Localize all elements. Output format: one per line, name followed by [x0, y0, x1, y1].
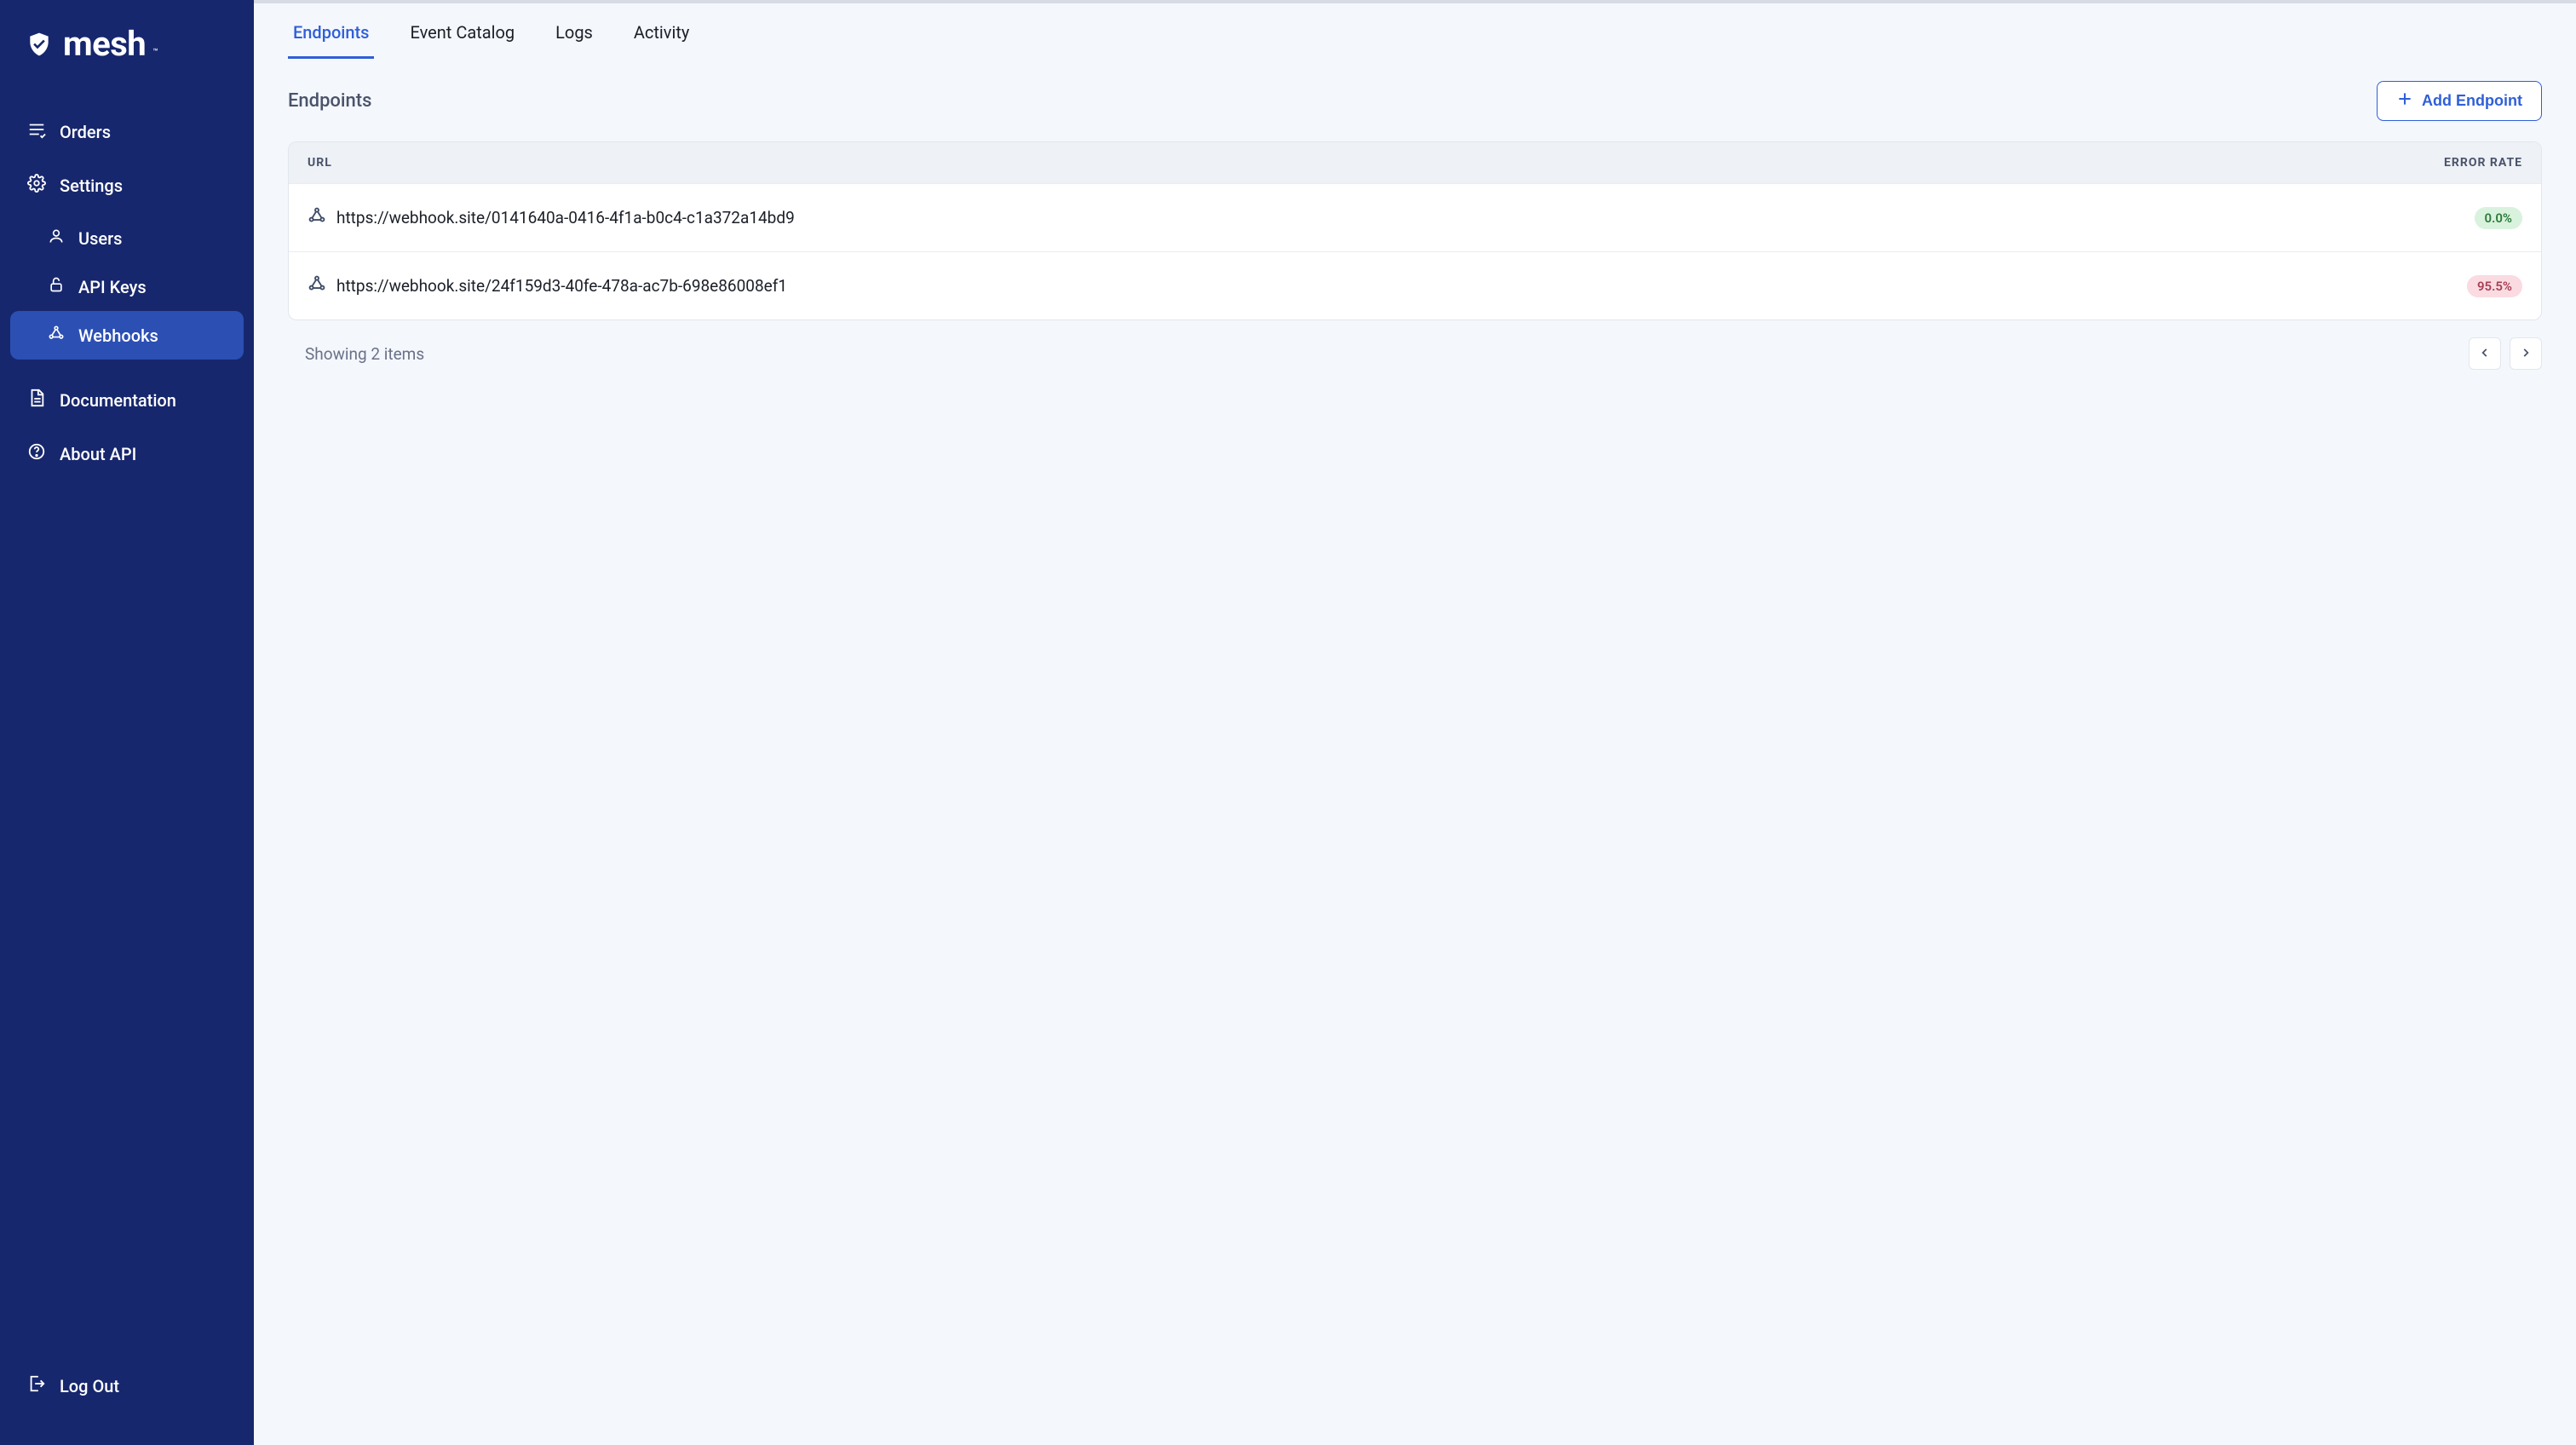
sidebar-item-label: Settings — [60, 176, 123, 196]
sidebar-item-about[interactable]: About API — [10, 429, 244, 479]
error-rate-badge: 0.0% — [2475, 207, 2522, 229]
person-icon — [48, 227, 65, 249]
logout-label: Log Out — [60, 1376, 119, 1396]
sidebar-item-label: Webhooks — [78, 325, 158, 346]
sidebar-item-documentation[interactable]: Documentation — [10, 375, 244, 425]
main-panel: Endpoints Event Catalog Logs Activity En… — [254, 0, 2576, 1445]
sidebar: mesh ™ Orders Settings — [0, 0, 254, 1445]
sidebar-item-label: Users — [78, 228, 122, 249]
plus-icon — [2396, 90, 2413, 112]
error-rate-badge: 95.5% — [2467, 275, 2522, 297]
chevron-left-icon — [2479, 347, 2491, 361]
prev-page-button[interactable] — [2469, 337, 2501, 370]
sidebar-item-label: Documentation — [60, 390, 176, 411]
add-endpoint-label: Add Endpoint — [2422, 92, 2522, 110]
column-header-url: URL — [308, 156, 2403, 170]
chevron-right-icon — [2520, 347, 2532, 361]
tab-event-catalog[interactable]: Event Catalog — [405, 3, 520, 59]
list-icon — [27, 120, 46, 143]
endpoint-url: https://webhook.site/0141640a-0416-4f1a-… — [336, 208, 2403, 227]
column-header-error-rate: ERROR RATE — [2403, 156, 2522, 170]
gear-icon — [27, 174, 46, 197]
webhook-icon — [48, 325, 65, 346]
endpoints-table: URL ERROR RATE https://webhook.site/0141… — [288, 141, 2542, 320]
lock-open-icon — [48, 276, 65, 297]
sidebar-item-label: About API — [60, 444, 136, 464]
page-title: Endpoints — [288, 90, 371, 112]
tab-activity[interactable]: Activity — [629, 3, 694, 59]
table-row[interactable]: https://webhook.site/24f159d3-40fe-478a-… — [289, 251, 2541, 320]
trademark-icon: ™ — [152, 48, 158, 57]
table-header: URL ERROR RATE — [289, 142, 2541, 183]
brand-name: mesh — [63, 24, 146, 64]
sidebar-item-webhooks[interactable]: Webhooks — [10, 311, 244, 360]
webhook-icon — [308, 206, 336, 229]
add-endpoint-button[interactable]: Add Endpoint — [2377, 81, 2542, 121]
pager — [2469, 337, 2542, 370]
next-page-button[interactable] — [2510, 337, 2542, 370]
tab-bar: Endpoints Event Catalog Logs Activity — [254, 3, 2576, 59]
sidebar-item-apikeys[interactable]: API Keys — [10, 262, 244, 311]
sidebar-item-label: API Keys — [78, 277, 147, 297]
logout-icon — [27, 1374, 46, 1397]
tab-endpoints[interactable]: Endpoints — [288, 3, 374, 59]
help-icon — [27, 442, 46, 465]
webhook-icon — [308, 274, 336, 297]
tab-logs[interactable]: Logs — [550, 3, 598, 59]
showing-count: Showing 2 items — [305, 344, 424, 364]
sidebar-item-label: Orders — [60, 122, 111, 142]
sidebar-item-users[interactable]: Users — [10, 214, 244, 262]
brand-logo: mesh ™ — [0, 0, 254, 81]
table-row[interactable]: https://webhook.site/0141640a-0416-4f1a-… — [289, 183, 2541, 251]
sidebar-item-settings[interactable]: Settings — [10, 160, 244, 210]
endpoint-url: https://webhook.site/24f159d3-40fe-478a-… — [336, 276, 2403, 296]
document-icon — [27, 389, 46, 412]
sidebar-nav: Orders Settings Users — [0, 81, 254, 1352]
shield-check-icon — [26, 31, 53, 58]
logout-button[interactable]: Log Out — [10, 1361, 244, 1411]
sidebar-item-orders[interactable]: Orders — [10, 107, 244, 157]
